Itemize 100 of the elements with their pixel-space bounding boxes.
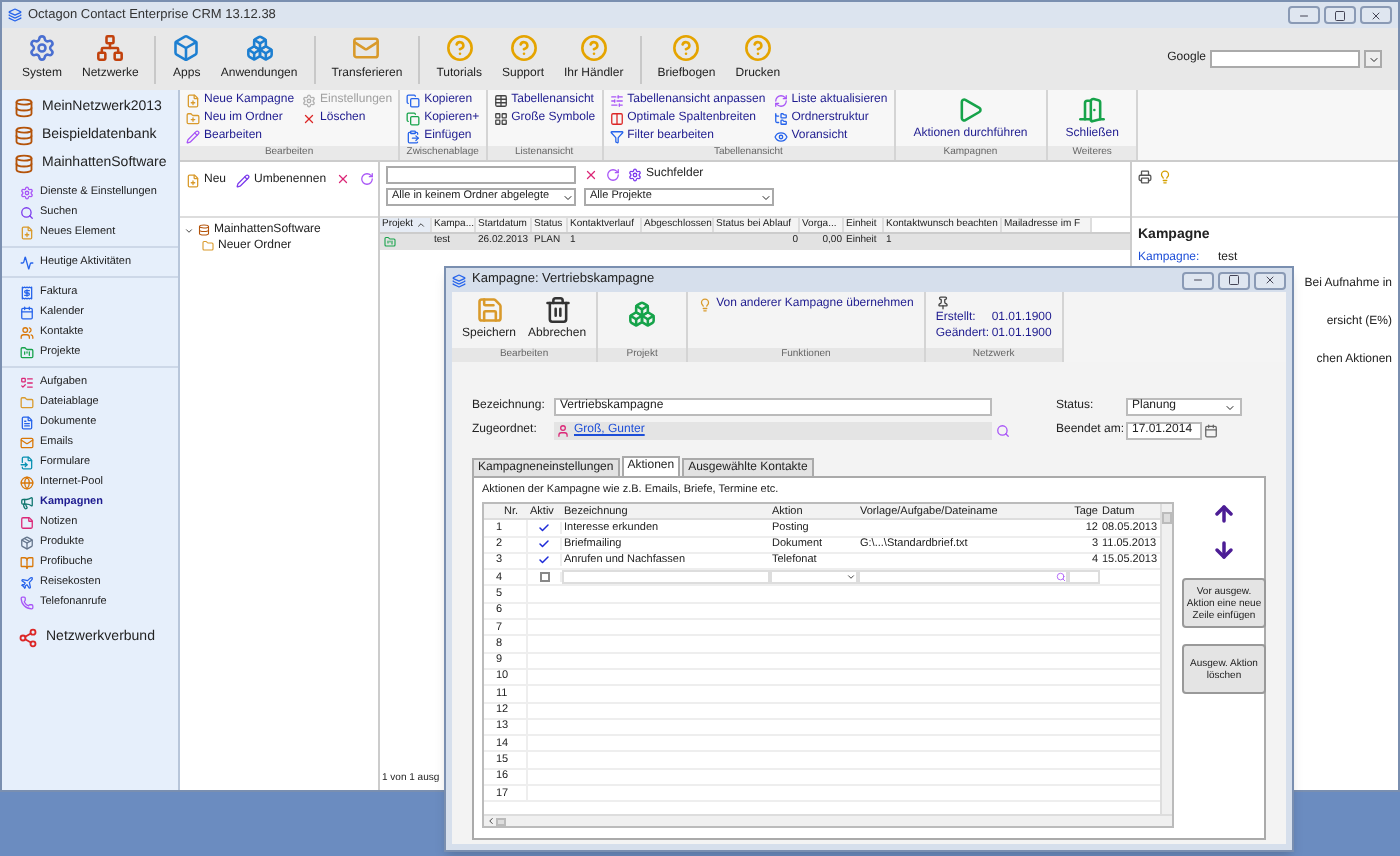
phone-icon bbox=[20, 595, 34, 609]
pencil-icon bbox=[236, 174, 251, 188]
caret-icon bbox=[846, 572, 856, 583]
megaphone-icon bbox=[20, 495, 34, 509]
delete-icon bbox=[302, 112, 317, 126]
app-icon bbox=[8, 8, 22, 22]
name-input[interactable] bbox=[562, 570, 770, 585]
help-icon bbox=[445, 34, 474, 62]
receipt-icon bbox=[20, 285, 34, 299]
sort-icon bbox=[415, 220, 426, 230]
save-icon bbox=[475, 296, 504, 324]
close-button[interactable] bbox=[1254, 271, 1286, 289]
new-file-icon bbox=[20, 225, 34, 239]
envelope-icon bbox=[20, 435, 34, 449]
tree-icon bbox=[773, 112, 788, 126]
door-icon bbox=[1078, 95, 1107, 123]
delete-button[interactable] bbox=[336, 172, 351, 186]
new-file-icon bbox=[186, 94, 200, 108]
play-icon bbox=[956, 95, 985, 123]
document-icon bbox=[20, 415, 34, 429]
help-icon bbox=[579, 34, 608, 62]
close-button[interactable] bbox=[1360, 6, 1392, 24]
refresh-button[interactable] bbox=[360, 172, 375, 186]
calendar-icon bbox=[1204, 424, 1218, 438]
arrow-up-icon bbox=[1212, 502, 1236, 527]
search-field[interactable] bbox=[386, 166, 576, 184]
minimize-icon bbox=[1298, 9, 1310, 21]
help-icon bbox=[743, 34, 772, 62]
note-icon bbox=[20, 515, 34, 529]
days-input[interactable] bbox=[1068, 570, 1100, 585]
envelope-icon bbox=[352, 34, 381, 62]
folder-icon bbox=[20, 395, 34, 409]
plane-icon bbox=[20, 575, 34, 589]
delete-icon bbox=[584, 168, 598, 182]
copy-icon bbox=[406, 94, 421, 108]
vertical-scrollbar[interactable] bbox=[1160, 504, 1172, 814]
paste-icon bbox=[406, 130, 421, 144]
columns-icon bbox=[609, 112, 624, 126]
help-icon bbox=[672, 34, 701, 62]
caret-icon bbox=[760, 191, 772, 203]
pencil-icon bbox=[186, 130, 200, 144]
gear-icon bbox=[20, 185, 34, 199]
project-icon bbox=[20, 345, 34, 359]
caret-icon bbox=[562, 191, 574, 203]
trash-icon bbox=[543, 296, 572, 324]
users-icon bbox=[20, 325, 34, 339]
move-up-button[interactable] bbox=[1212, 502, 1236, 527]
gear-icon bbox=[302, 94, 317, 108]
print-button[interactable] bbox=[1138, 170, 1152, 184]
database-icon bbox=[14, 154, 34, 174]
grid-icon bbox=[493, 112, 508, 126]
folder-icon bbox=[202, 240, 214, 252]
pin-icon bbox=[935, 296, 950, 310]
move-down-button[interactable] bbox=[1212, 538, 1236, 563]
tip-button[interactable] bbox=[1158, 170, 1172, 184]
table-icon bbox=[493, 94, 508, 108]
network-icon bbox=[96, 34, 125, 62]
cubes-icon bbox=[245, 34, 274, 62]
minimize-icon bbox=[1192, 274, 1204, 286]
database-icon bbox=[198, 224, 210, 236]
folder-icon bbox=[186, 112, 200, 126]
lightbulb-icon bbox=[698, 298, 713, 312]
search-icon bbox=[996, 424, 1010, 438]
sliders-icon bbox=[609, 94, 624, 108]
horizontal-scrollbar[interactable] bbox=[484, 814, 1172, 826]
filter-icon bbox=[609, 130, 624, 144]
checkbox[interactable] bbox=[539, 572, 549, 583]
maximize-icon bbox=[1334, 9, 1346, 21]
maximize-button[interactable] bbox=[1324, 6, 1356, 24]
calendar-button[interactable] bbox=[1204, 424, 1218, 438]
database-icon bbox=[14, 98, 34, 118]
copy-icon bbox=[406, 112, 421, 126]
activity-icon bbox=[20, 255, 34, 269]
refresh-icon bbox=[606, 168, 620, 182]
maximize-button[interactable] bbox=[1218, 271, 1250, 289]
app-icon bbox=[452, 273, 466, 287]
scroll-left-icon bbox=[486, 816, 496, 826]
cube-icon bbox=[172, 34, 201, 62]
calendar-icon bbox=[20, 305, 34, 319]
refresh-icon bbox=[360, 172, 375, 186]
task-icon bbox=[20, 375, 34, 389]
lightbulb-icon bbox=[1158, 170, 1172, 184]
project-icon bbox=[384, 236, 396, 248]
network-icon bbox=[18, 628, 38, 648]
caret-icon bbox=[1224, 401, 1236, 413]
refresh-icon bbox=[773, 94, 788, 108]
search-button[interactable] bbox=[996, 424, 1010, 438]
book-icon bbox=[20, 555, 34, 569]
close-icon bbox=[1264, 274, 1276, 286]
new-file-icon bbox=[186, 174, 200, 188]
cubes-icon bbox=[628, 300, 657, 328]
google-search-field[interactable] bbox=[1210, 50, 1360, 68]
search-icon bbox=[20, 205, 34, 219]
clear-button[interactable] bbox=[584, 168, 598, 182]
package-icon bbox=[20, 535, 34, 549]
template-input[interactable] bbox=[858, 570, 1068, 585]
dropdown-button[interactable] bbox=[1364, 50, 1382, 68]
refresh-button[interactable] bbox=[606, 168, 620, 182]
search-icon bbox=[1056, 572, 1066, 583]
arrow-down-icon bbox=[1212, 538, 1236, 563]
